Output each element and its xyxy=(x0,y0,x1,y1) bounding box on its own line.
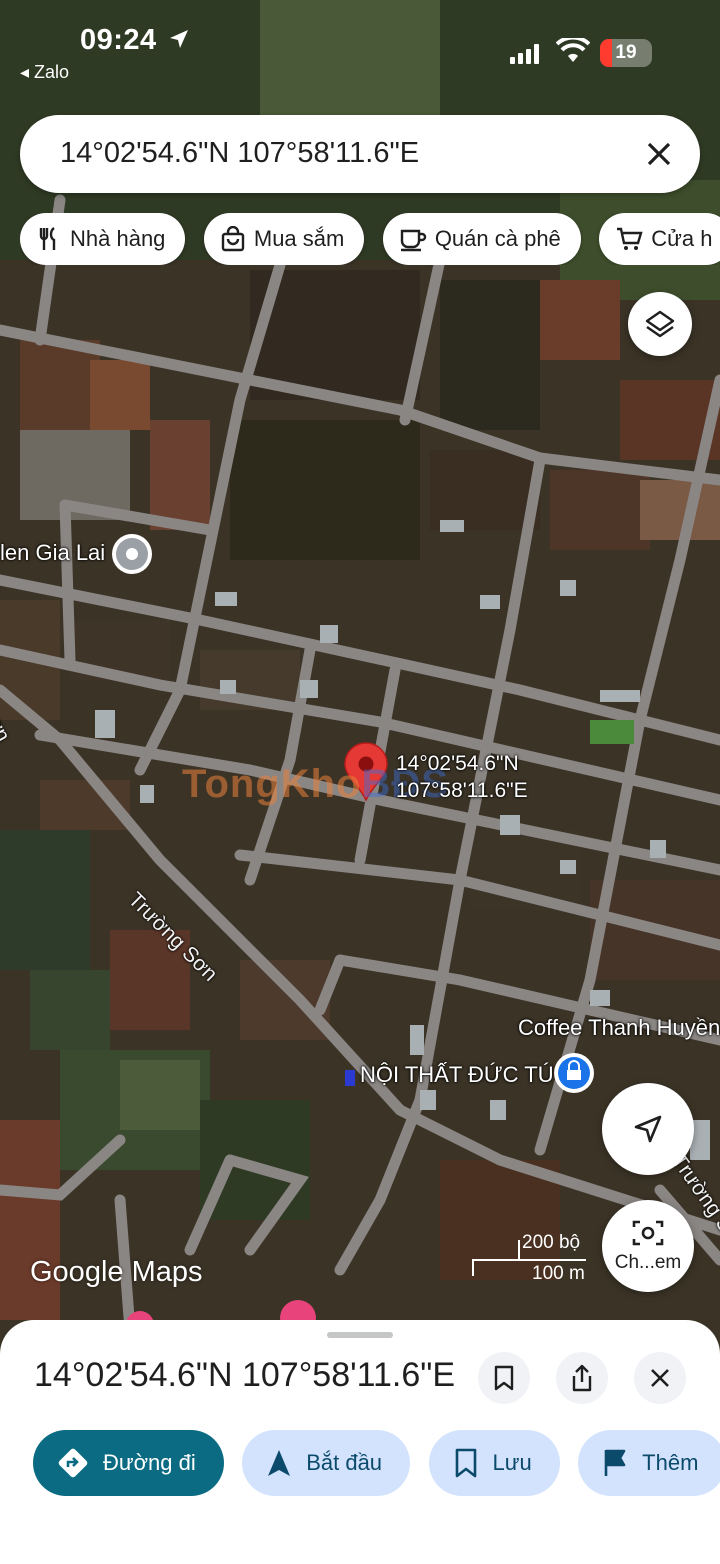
start-label: Bắt đầu xyxy=(306,1450,383,1475)
flag-icon xyxy=(604,1449,626,1476)
place-label-furniture[interactable]: NỘI THẤT ĐỨC TÚ xyxy=(360,1062,554,1088)
chip-restaurants[interactable]: Nhà hàng xyxy=(20,213,186,265)
scale-meters: 100 m xyxy=(532,1263,585,1284)
lens-button[interactable]: Ch...em xyxy=(602,1200,694,1292)
bookmark-icon xyxy=(455,1448,476,1478)
place-bottom-sheet[interactable]: 14°02'54.6"N 107°58'11.6"E Đường đi Bắt … xyxy=(0,1320,720,1564)
category-chips: Nhà hàng Mua sắm Quán cà phê Cửa h xyxy=(20,213,720,265)
sheet-title: 14°02'54.6"N 107°58'11.6"E xyxy=(34,1356,455,1394)
shop-marker-icon[interactable] xyxy=(554,1053,594,1093)
lens-label: Ch...em xyxy=(614,1252,682,1273)
search-query[interactable]: 14°02'54.6"N 107°58'11.6"E xyxy=(60,137,419,170)
chip-label: Quán cà phê xyxy=(434,226,561,251)
location-arrow-icon xyxy=(170,30,188,48)
back-to-app[interactable]: ◂ Zalo xyxy=(20,62,69,83)
save-label: Lưu xyxy=(492,1450,532,1475)
chip-shopping[interactable]: Mua sắm xyxy=(203,213,365,265)
pin-label-lng: 107°58'11.6"E xyxy=(396,779,528,802)
camera-lens-icon xyxy=(632,1220,664,1246)
drag-handle[interactable] xyxy=(327,1332,393,1338)
close-sheet-button[interactable] xyxy=(634,1352,686,1404)
chip-label: Nhà hàng xyxy=(70,226,166,251)
battery-level: 19 xyxy=(615,42,637,63)
start-button[interactable]: Bắt đầu xyxy=(242,1430,411,1496)
map-scale: 200 bộ 100 m xyxy=(470,1232,590,1288)
layers-button[interactable] xyxy=(628,292,692,356)
close-icon xyxy=(651,1369,669,1387)
cart-icon xyxy=(617,227,643,250)
directions-button[interactable]: Đường đi xyxy=(33,1430,224,1496)
scale-feet: 200 bộ xyxy=(522,1232,581,1253)
chip-label: Mua sắm xyxy=(253,226,345,251)
share-button[interactable] xyxy=(556,1352,608,1404)
search-bar[interactable]: 14°02'54.6"N 107°58'11.6"E xyxy=(20,115,700,193)
battery-icon: 19 xyxy=(600,39,652,67)
green-court xyxy=(590,720,634,744)
place-label-left[interactable]: len Gia Lai xyxy=(0,540,105,566)
add-button[interactable]: Thêm xyxy=(578,1430,720,1496)
place-label-coffee[interactable]: Coffee Thanh Huyền xyxy=(518,1015,720,1041)
add-label: Thêm xyxy=(642,1450,699,1475)
status-time: 09:24 xyxy=(80,24,157,56)
shopping-bag-icon xyxy=(221,226,245,252)
chip-coffee[interactable]: Quán cà phê xyxy=(382,213,581,265)
fork-knife-icon xyxy=(39,227,56,250)
chip-label: Cửa h xyxy=(651,226,713,251)
navigation-arrow-icon xyxy=(268,1450,291,1476)
directions-label: Đường đi xyxy=(103,1450,196,1475)
status-bar: 09:24 ◂ Zalo 19 xyxy=(0,0,720,100)
wifi-icon xyxy=(556,38,590,62)
place-marker-icon[interactable] xyxy=(112,534,152,574)
google-maps-logo: Google Maps xyxy=(30,1256,203,1288)
action-buttons: Đường đi Bắt đầu Lưu Thêm xyxy=(33,1430,720,1496)
chip-stores[interactable]: Cửa h xyxy=(599,213,720,265)
pin-label-lat: 14°02'54.6"N xyxy=(396,752,519,775)
signal-icon xyxy=(510,44,539,64)
close-icon[interactable] xyxy=(642,137,676,171)
save-icon-button[interactable] xyxy=(478,1352,530,1404)
save-button[interactable]: Lưu xyxy=(428,1430,560,1496)
coffee-cup-icon xyxy=(400,229,426,252)
directions-icon xyxy=(58,1448,88,1478)
navigation-arrow-icon xyxy=(634,1115,662,1143)
share-icon xyxy=(572,1364,592,1392)
blue-marker xyxy=(345,1070,355,1086)
my-location-button[interactable] xyxy=(602,1083,694,1175)
bookmark-icon xyxy=(494,1365,514,1391)
pin-coordinates-label: 14°02'54.6"N 107°58'11.6"E xyxy=(396,750,528,804)
layers-icon xyxy=(645,310,675,338)
